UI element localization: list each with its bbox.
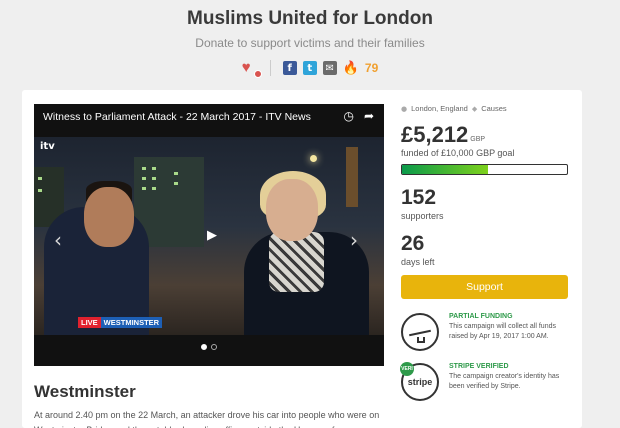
chevron-right-icon[interactable]: › xyxy=(350,228,358,252)
woman-scarf xyxy=(269,232,324,292)
facebook-icon[interactable]: f xyxy=(282,61,297,75)
street-lamp xyxy=(310,155,317,162)
share-count: 79 xyxy=(364,61,379,75)
ticker-location: WESTMINSTER xyxy=(100,317,163,328)
share-icon[interactable]: ➦ xyxy=(364,109,374,123)
partial-funding-icon xyxy=(401,313,439,351)
days-left-count: 26 xyxy=(401,232,425,255)
carousel-dots xyxy=(201,344,217,350)
news-ticker: LIVE WESTMINSTER xyxy=(78,317,163,328)
flame-icon: 🔥 xyxy=(342,60,359,75)
story-heading: Westminster xyxy=(34,382,136,401)
amount-raised: £5,212 GBP xyxy=(401,122,569,148)
favorite-heart-icon[interactable]: ♥ xyxy=(242,60,262,78)
clock-tower xyxy=(346,147,358,207)
stripe-logo: stripe xyxy=(407,377,433,387)
supporters-count: 152 xyxy=(401,186,437,209)
raised-currency: GBP xyxy=(470,136,486,143)
campaign-category[interactable]: Causes xyxy=(481,104,506,113)
video-player[interactable]: Witness to Parliament Attack - 22 March … xyxy=(34,104,384,366)
raised-value: £5,212 xyxy=(401,122,469,147)
share-row: ♥ f t ✉ 🔥 79 xyxy=(0,60,620,78)
funding-goal: funded of £10,000 GBP goal xyxy=(401,148,515,158)
support-button[interactable]: Support xyxy=(401,275,568,299)
stripe-verified-title: STRIPE VERIFIED xyxy=(449,363,509,370)
campaign-sidebar: ● London, England ◆ Causes £5,212 GBP fu… xyxy=(400,104,569,401)
itv-logo: itv xyxy=(40,141,55,152)
carousel-dot[interactable] xyxy=(201,344,207,350)
campaign-location[interactable]: London, England xyxy=(411,104,468,113)
twitter-icon[interactable]: t xyxy=(302,61,317,75)
woman-head xyxy=(266,179,318,241)
stripe-verified-icon: VERI stripe xyxy=(400,362,439,401)
chevron-left-icon[interactable]: ‹ xyxy=(54,228,62,252)
ticker-live: LIVE xyxy=(78,317,101,328)
partial-funding-title: PARTIAL FUNDING xyxy=(449,313,513,320)
video-controls: ◷ ➦ xyxy=(343,109,374,123)
tag-icon: ◆ xyxy=(471,104,478,113)
email-icon[interactable]: ✉ xyxy=(322,61,337,75)
man-head xyxy=(84,187,134,247)
verified-tag: VERI xyxy=(400,362,414,376)
partial-funding-info: PARTIAL FUNDING This campaign will colle… xyxy=(401,313,569,351)
page-subtitle: Donate to support victims and their fami… xyxy=(195,36,425,50)
watch-later-icon[interactable]: ◷ xyxy=(343,109,353,123)
stripe-verified-info: VERI stripe STRIPE VERIFIED The campaign… xyxy=(400,362,569,401)
story-body: At around 2.40 pm on the 22 March, an at… xyxy=(34,410,380,428)
progress-bar xyxy=(401,164,568,175)
page-title: Muslims United for London xyxy=(187,8,433,29)
days-left-label: days left xyxy=(401,257,435,267)
campaign-meta: ● London, England ◆ Causes xyxy=(401,104,569,113)
play-icon[interactable]: ▶ xyxy=(202,228,222,244)
supporters-label: supporters xyxy=(401,211,444,221)
video-title[interactable]: Witness to Parliament Attack - 22 March … xyxy=(43,111,311,123)
location-pin-icon: ● xyxy=(401,104,408,113)
stripe-verified-text: The campaign creator's identity has been… xyxy=(449,373,560,390)
carousel-dot[interactable] xyxy=(211,344,217,350)
divider xyxy=(269,60,271,76)
progress-fill xyxy=(402,165,488,174)
partial-funding-text: This campaign will collect all funds rai… xyxy=(449,323,556,340)
